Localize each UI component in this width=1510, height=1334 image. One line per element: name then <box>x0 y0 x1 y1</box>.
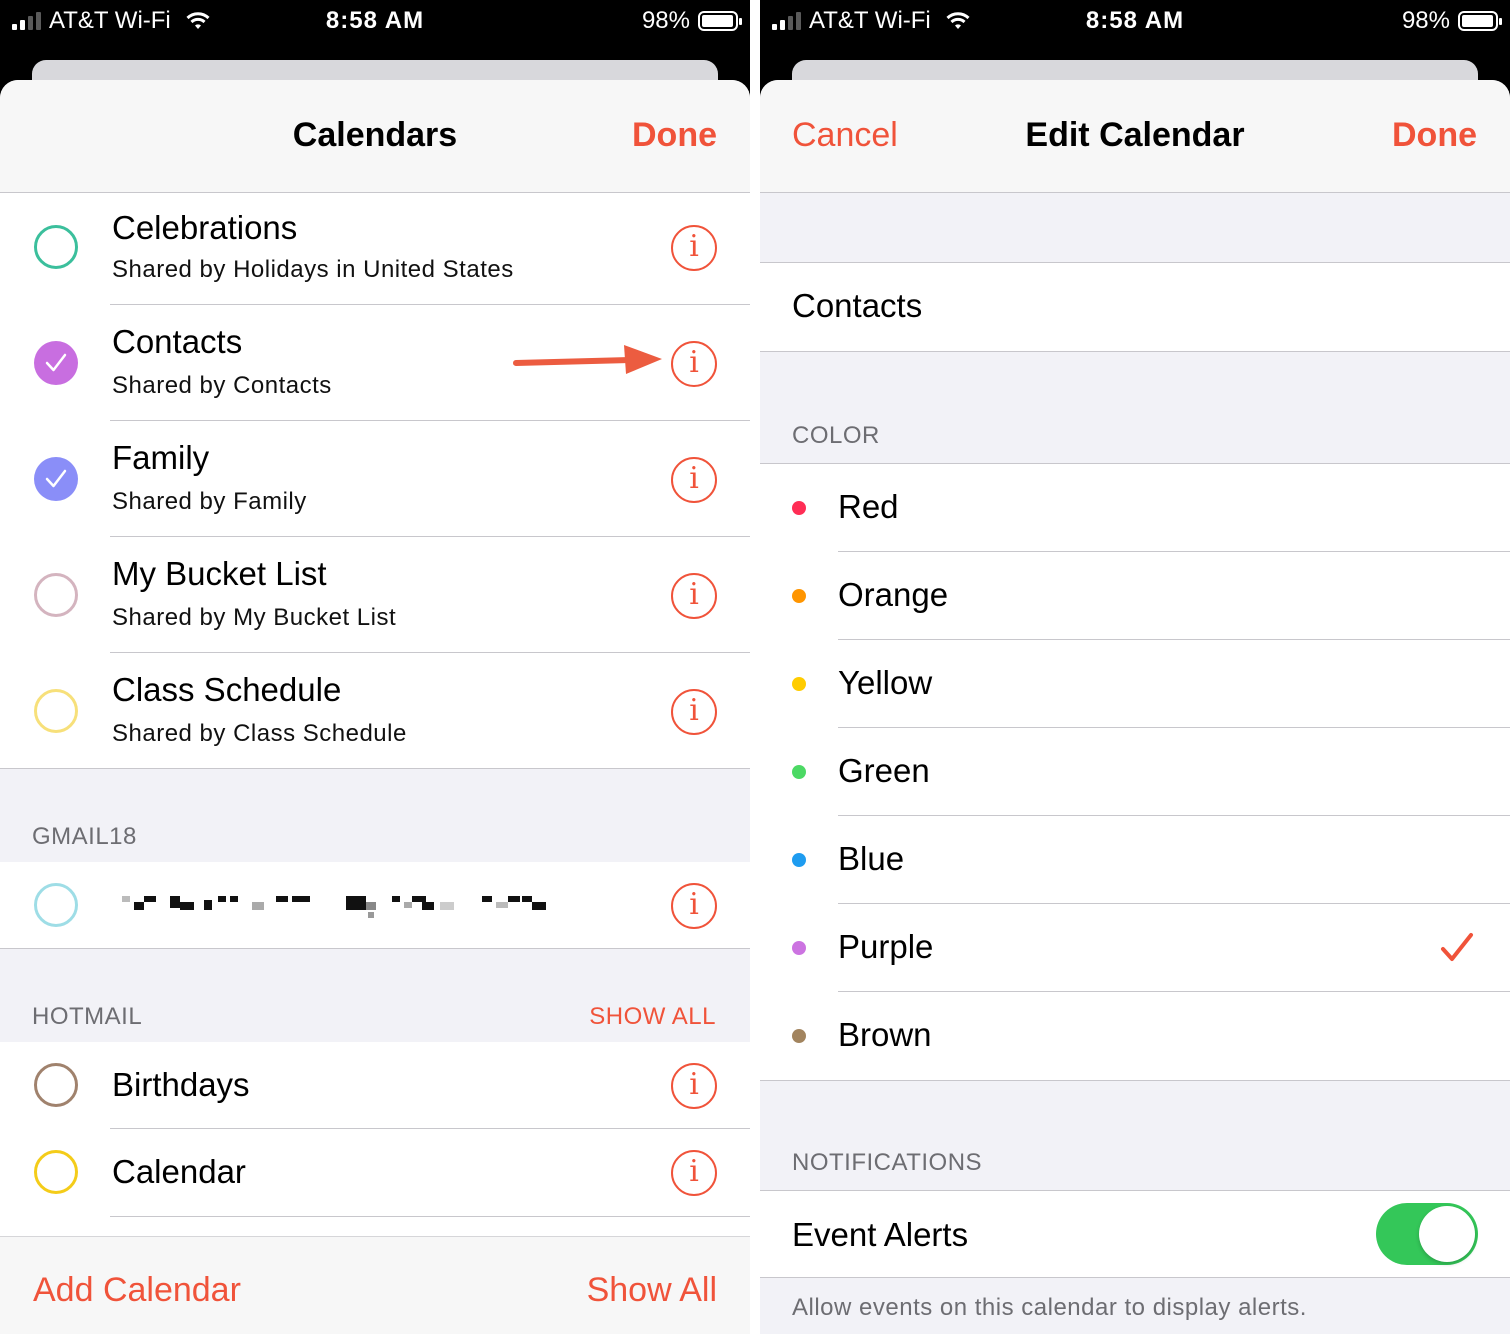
info-icon[interactable]: i <box>671 341 717 387</box>
battery-group: 98% <box>641 7 742 35</box>
calendar-toggle-circle[interactable] <box>34 689 78 733</box>
arrow-annotation-icon <box>513 345 662 374</box>
section-header-hotmail: HOTMAIL <box>32 1003 143 1030</box>
color-label: Green <box>838 752 930 789</box>
calendar-toggle-circle[interactable] <box>34 1150 78 1194</box>
color-dot-icon <box>792 853 806 867</box>
color-label: Blue <box>838 840 905 877</box>
calendar-row-family[interactable]: Family Shared by Family i <box>0 421 750 536</box>
calendar-checked-circle[interactable] <box>34 457 78 501</box>
calendar-shared-by: Shared by My Bucket List <box>112 604 397 631</box>
color-option-blue[interactable]: Blue <box>760 816 1510 904</box>
calendars-sheet: Calendars Done Celebrations Shared by Ho… <box>0 80 750 1334</box>
color-option-yellow[interactable]: Yellow <box>760 640 1510 728</box>
redacted-calendar-name <box>122 896 546 918</box>
gmail-section-header: GMAIL18 <box>0 768 750 863</box>
bottom-toolbar: Add Calendar Show All <box>0 1236 750 1334</box>
calendar-row-my-bucket-list[interactable]: My Bucket List Shared by My Bucket List … <box>0 537 750 652</box>
info-icon[interactable]: i <box>671 883 717 929</box>
hotmail-section-header: HOTMAIL SHOW ALL <box>0 948 750 1043</box>
show-all-hotmail-link[interactable]: SHOW ALL <box>589 1003 716 1031</box>
nav-bar: Cancel Edit Calendar Done <box>760 80 1510 193</box>
calendar-shared-by: Shared by Family <box>112 488 307 515</box>
add-calendar-button[interactable]: Add Calendar <box>33 1271 241 1310</box>
show-all-button[interactable]: Show All <box>587 1271 717 1310</box>
event-alerts-footnote: Allow events on this calendar to display… <box>792 1294 1307 1321</box>
nav-bar: Calendars Done <box>0 80 750 193</box>
event-alerts-row: Event Alerts <box>760 1190 1510 1278</box>
calendar-name: My Bucket List <box>112 555 327 592</box>
calendar-checked-circle[interactable] <box>34 341 78 385</box>
calendar-toggle-circle[interactable] <box>34 573 78 617</box>
color-option-purple[interactable]: Purple <box>760 904 1510 992</box>
calendar-row-contacts[interactable]: Contacts Shared by Contacts i <box>0 305 750 421</box>
section-header-notifications: NOTIFICATIONS <box>792 1149 983 1176</box>
calendar-row-class-schedule[interactable]: Class Schedule Shared by Class Schedule … <box>0 653 750 768</box>
calendar-name: Celebrations <box>112 209 298 246</box>
calendar-row-birthdays[interactable]: Birthdays i <box>0 1042 750 1128</box>
done-button[interactable]: Done <box>632 116 717 155</box>
color-dot-icon <box>792 941 806 955</box>
calendar-shared-by: Shared by Class Schedule <box>112 720 407 747</box>
color-dot-icon <box>792 589 806 603</box>
status-time: 8:58 AM <box>1085 7 1185 34</box>
calendar-toggle-circle[interactable] <box>34 225 78 269</box>
selected-checkmark-icon <box>1441 933 1473 961</box>
edit-calendar-screen: AT&T Wi-Fi 8:58 AM 98% Cancel Edit Calen… <box>760 0 1510 1334</box>
calendars-screen: AT&T Wi-Fi 8:58 AM 98% Calendars Done Ce… <box>0 0 750 1334</box>
info-icon[interactable]: i <box>671 225 717 271</box>
toggle-knob <box>1419 1206 1475 1262</box>
status-time: 8:58 AM <box>325 7 425 34</box>
status-bar: AT&T Wi-Fi 8:58 AM 98% <box>0 0 750 44</box>
info-icon[interactable]: i <box>671 1150 717 1196</box>
info-icon[interactable]: i <box>671 457 717 503</box>
section-header-color: COLOR <box>792 422 880 449</box>
calendar-name: Family <box>112 439 210 476</box>
calendar-toggle-circle[interactable] <box>34 1063 78 1107</box>
color-dot-icon <box>792 1029 806 1043</box>
info-icon[interactable]: i <box>671 573 717 619</box>
battery-icon <box>698 11 742 31</box>
event-alerts-toggle[interactable] <box>1376 1203 1478 1265</box>
color-label: Orange <box>838 576 949 613</box>
calendar-name-value: Contacts <box>792 287 923 324</box>
calendar-row-celebrations[interactable]: Celebrations Shared by Holidays in Unite… <box>0 193 750 305</box>
edit-calendar-sheet: Cancel Edit Calendar Done Contacts COLOR… <box>760 80 1510 1334</box>
color-label: Brown <box>838 1016 932 1053</box>
calendar-name: Contacts <box>112 323 243 360</box>
battery-percent: 98% <box>1401 7 1450 34</box>
calendar-row-calendar[interactable]: Calendar i <box>0 1129 750 1216</box>
color-dot-icon <box>792 677 806 691</box>
color-option-red[interactable]: Red <box>760 464 1510 552</box>
done-button[interactable]: Done <box>1392 116 1477 155</box>
calendar-row-gmail[interactable]: i <box>0 862 750 948</box>
info-icon[interactable]: i <box>671 689 717 735</box>
calendar-name: Calendar <box>112 1153 246 1190</box>
calendar-shared-by: Shared by Contacts <box>112 372 332 399</box>
color-label: Red <box>838 488 899 525</box>
battery-group: 98% <box>1401 7 1502 35</box>
color-option-brown[interactable]: Brown <box>760 992 1510 1080</box>
color-list: Red Orange Yellow Green Blue Purple Brow… <box>760 463 1510 1081</box>
checkmark-icon <box>45 469 67 488</box>
color-dot-icon <box>792 765 806 779</box>
battery-icon <box>1458 11 1502 31</box>
event-alerts-label: Event Alerts <box>792 1216 969 1253</box>
color-option-orange[interactable]: Orange <box>760 552 1510 640</box>
info-icon[interactable]: i <box>671 1063 717 1109</box>
calendar-name: Birthdays <box>112 1066 250 1103</box>
divider <box>110 1216 750 1217</box>
calendar-toggle-circle[interactable] <box>34 883 78 927</box>
color-option-green[interactable]: Green <box>760 728 1510 816</box>
section-header-gmail: GMAIL18 <box>32 823 137 850</box>
calendar-shared-by: Shared by Holidays in United States <box>112 256 514 283</box>
calendar-name: Class Schedule <box>112 671 342 708</box>
color-label: Purple <box>838 928 934 965</box>
battery-percent: 98% <box>641 7 690 34</box>
checkmark-icon <box>45 353 67 372</box>
color-label: Yellow <box>838 664 933 701</box>
status-bar: AT&T Wi-Fi 8:58 AM 98% <box>760 0 1510 44</box>
calendar-name-field[interactable]: Contacts <box>760 262 1510 352</box>
color-dot-icon <box>792 501 806 515</box>
